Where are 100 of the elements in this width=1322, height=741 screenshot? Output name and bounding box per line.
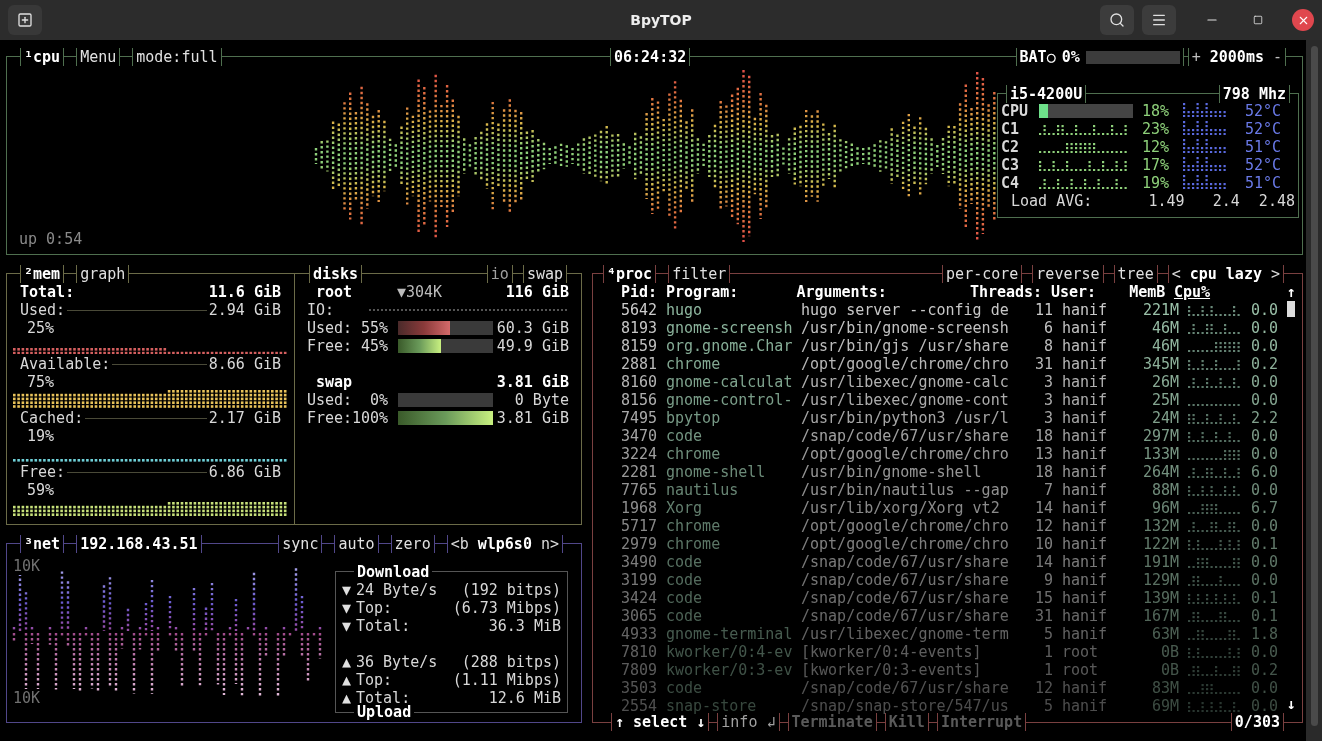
process-row[interactable]: 7495 bpytop /usr/bin/python3 /usr/l 3 hanif 24M 2.2 <box>621 409 1278 427</box>
process-option-button[interactable]: per-core <box>942 265 1023 283</box>
process-row[interactable]: 3224 chrome /opt/google/chrome/chro 13 hanif 133M 0.0 <box>621 445 1278 463</box>
process-row[interactable]: 3490 code /snap/code/67/usr/share 14 hanif 191M 0.0 <box>621 553 1278 571</box>
select-control[interactable]: ↑ select ↓ <box>611 713 710 731</box>
previous-interface-button[interactable]: <b <box>450 535 469 553</box>
swap-toggle[interactable]: swap <box>522 265 567 283</box>
column-header[interactable]: User: <box>1050 283 1096 301</box>
new-tab-button[interactable] <box>8 5 42 35</box>
column-header[interactable]: Pid: <box>621 283 657 301</box>
battery-percent: 0% <box>1061 48 1080 66</box>
column-header[interactable]: Threads: <box>969 283 1042 301</box>
search-button[interactable] <box>1100 5 1134 35</box>
process-arguments: /usr/lib/xorg/Xorg vt2 <box>801 499 1001 517</box>
column-header[interactable]: Program: <box>666 283 788 301</box>
process-row[interactable]: 8156 gnome-control- /usr/libexec/gnome-cont 3 hanif 25M 0.0 <box>621 391 1278 409</box>
process-memory: 46M <box>1150 319 1179 337</box>
decrease-button[interactable]: - <box>1272 48 1282 66</box>
process-cpu-graph <box>1188 701 1240 712</box>
process-pid: 2554 <box>621 697 657 715</box>
net-option-button[interactable]: sync <box>278 535 323 553</box>
process-memory: 129M <box>1141 571 1179 589</box>
process-cpu-graph <box>1188 305 1240 316</box>
process-user: hanif <box>1062 409 1107 427</box>
process-arguments: /snap/snap-store/547/us <box>801 697 1008 715</box>
process-option-button[interactable]: reverse <box>1032 265 1104 283</box>
load-average-value: 1.49 <box>1147 192 1185 210</box>
graph-toggle[interactable]: graph <box>76 265 130 283</box>
filter-button[interactable]: filter <box>668 265 731 283</box>
process-row[interactable]: 3065 code /snap/code/67/usr/share 31 hanif 167M 0.1 <box>621 607 1278 625</box>
process-pid: 3490 <box>621 553 657 571</box>
process-cpu-graph <box>1188 449 1240 460</box>
process-row[interactable]: 2881 chrome /opt/google/chrome/chro 31 hanif 345M 0.2 <box>621 355 1278 373</box>
process-row[interactable]: 5717 chrome /opt/google/chrome/chro 12 hanif 132M 0.0 <box>621 517 1278 535</box>
process-memory: 46M <box>1150 337 1179 355</box>
process-row[interactable]: 4933 gnome-terminal /usr/libexec/gnome-term 5 hanif 63M 1.8 <box>621 625 1278 643</box>
process-memory: 132M <box>1141 517 1179 535</box>
disk-usage-percent: 0% <box>368 391 388 409</box>
menu-button[interactable] <box>1142 5 1176 35</box>
info-button[interactable]: info ↲ <box>717 713 780 731</box>
process-arguments: /snap/code/67/usr/share <box>801 427 1008 445</box>
process-row[interactable]: 8193 gnome-screensh /usr/bin/gnome-screensh 6 hanif 46M 0.0 <box>621 319 1278 337</box>
io-toggle[interactable]: io <box>486 265 513 283</box>
process-cpu: 1.8 <box>1249 625 1278 643</box>
process-row[interactable]: 5642 hugo hugo server --config de 11 hanif 221M 0.0 <box>621 301 1278 319</box>
memory-label: Free: <box>20 463 66 481</box>
net-option-button[interactable]: zero <box>390 535 435 553</box>
terminal-scrollbar-thumb[interactable] <box>1310 46 1318 726</box>
process-program: snap-store <box>666 697 758 715</box>
process-cpu: 0.2 <box>1249 661 1278 679</box>
process-memory: 122M <box>1141 535 1179 553</box>
process-program: bpytop <box>666 409 722 427</box>
process-row[interactable]: 2979 chrome /opt/google/chrome/chro 10 hanif 122M 0.1 <box>621 535 1278 553</box>
process-row[interactable]: 2281 gnome-shell /usr/bin/gnome-shell 18 hanif 264M 6.0 <box>621 463 1278 481</box>
process-threads: 5 <box>1042 625 1053 643</box>
mode-button[interactable]: mode:full <box>132 48 222 66</box>
process-row[interactable]: 8160 gnome-calculat /usr/libexec/gnome-calc 3 hanif 26M 0.0 <box>621 373 1278 391</box>
next-interface-button[interactable]: n> <box>540 535 559 553</box>
menu-button[interactable]: Menu <box>76 48 121 66</box>
interface-name: wlp6s0 <box>477 535 532 553</box>
next-sort-button[interactable]: > <box>1270 265 1280 283</box>
process-option-button[interactable]: tree <box>1113 265 1158 283</box>
disk-usage-value: 49.9 GiB <box>496 337 569 355</box>
column-header[interactable]: Arguments: <box>796 283 970 301</box>
memory-value: 8.66 GiB <box>208 355 281 373</box>
network-stat-label: Total: <box>356 617 411 635</box>
process-arguments: /usr/bin/python3 /usr/l <box>801 409 1008 427</box>
increase-button[interactable]: + <box>1191 48 1201 66</box>
process-row[interactable]: 7765 nautilus /usr/bin/nautilus --gap 7 hanif 88M 0.0 <box>621 481 1278 499</box>
process-memory: 345M <box>1141 355 1179 373</box>
process-cpu-graph <box>1188 647 1240 658</box>
process-row[interactable]: 3424 code /snap/code/67/usr/share 15 hanif 139M 0.1 <box>621 589 1278 607</box>
process-pid: 8159 <box>621 337 657 355</box>
process-user: root <box>1062 643 1100 661</box>
scrollbar-thumb[interactable] <box>1287 301 1295 317</box>
scale-label: 10K <box>13 557 41 575</box>
network-stat-value: (288 bitps) <box>461 653 561 671</box>
net-option-button[interactable]: auto <box>334 535 379 553</box>
process-threads: 15 <box>1033 589 1053 607</box>
process-pid: 3470 <box>621 427 657 445</box>
process-cpu: 2.2 <box>1249 409 1278 427</box>
process-cpu-graph <box>1188 503 1240 514</box>
core-percent: 18% <box>1140 102 1169 120</box>
scroll-down-arrow[interactable]: ↓ <box>1286 695 1296 713</box>
network-stat-label: 36 Byte/s <box>356 653 438 671</box>
previous-sort-button[interactable]: < <box>1171 265 1181 283</box>
process-user: hanif <box>1062 697 1107 715</box>
column-header[interactable]: Cpu% <box>1173 283 1226 301</box>
core-label: C3 <box>1001 156 1021 174</box>
process-row[interactable]: 3470 code /snap/code/67/usr/share 18 hanif 297M 0.0 <box>621 427 1278 445</box>
process-row[interactable]: 3199 code /snap/code/67/usr/share 9 hanif 129M 0.0 <box>621 571 1278 589</box>
process-user: hanif <box>1062 535 1107 553</box>
scroll-up-arrow[interactable]: ↑ <box>1286 283 1296 301</box>
process-cpu-graph <box>1188 539 1240 550</box>
ip-address: 192.168.43.51 <box>76 535 202 553</box>
process-row[interactable]: 1968 Xorg /usr/lib/xorg/Xorg vt2 14 hanif 96M 6.7 <box>621 499 1278 517</box>
column-header[interactable]: MemB <box>1095 283 1166 301</box>
process-row[interactable]: 8159 org.gnome.Char /usr/bin/gjs /usr/share 8 hanif 46M 0.0 <box>621 337 1278 355</box>
close-button[interactable] <box>1292 9 1314 31</box>
disk-size: 3.81 GiB <box>496 373 569 391</box>
